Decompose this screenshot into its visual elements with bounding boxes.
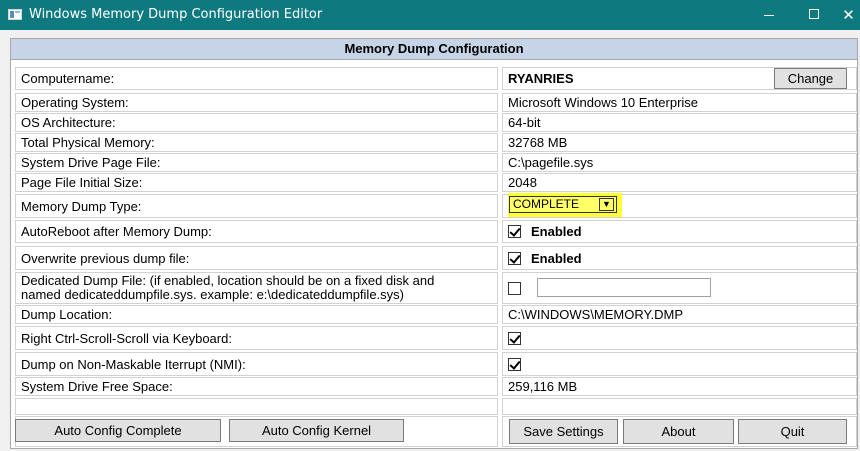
- free-space-label: System Drive Free Space:: [15, 377, 498, 396]
- free-space-value: 259,116 MB: [502, 377, 857, 396]
- quit-button[interactable]: Quit: [738, 419, 847, 444]
- pagefile-value: C:\pagefile.sys: [502, 153, 857, 172]
- pagefile-size-value: 2048: [502, 173, 857, 192]
- close-icon: ✕: [842, 6, 855, 24]
- pagefile-label: System Drive Page File:: [15, 153, 498, 172]
- dedicated-dump-checkbox[interactable]: [508, 281, 521, 295]
- dump-type-value: COMPLETE: [513, 197, 580, 211]
- dump-type-select[interactable]: COMPLETE ▼: [509, 196, 617, 213]
- ctrl-scroll-cell: [502, 326, 857, 350]
- close-button[interactable]: ✕: [837, 0, 860, 30]
- overwrite-checkbox[interactable]: [508, 251, 521, 265]
- os-arch-value: 64-bit: [502, 113, 857, 132]
- os-label: Operating System:: [15, 93, 498, 112]
- window-title: Windows Memory Dump Configuration Editor: [29, 7, 323, 22]
- empty-row-left: [15, 398, 498, 415]
- computername-value: RYANRIES: [508, 71, 574, 86]
- autoreboot-cell: Enabled: [502, 220, 857, 243]
- section-header: Memory Dump Configuration: [11, 39, 857, 60]
- change-button[interactable]: Change: [774, 68, 847, 89]
- dump-location-value: C:\WINDOWS\MEMORY.DMP: [502, 305, 857, 324]
- os-value: Microsoft Windows 10 Enterprise: [502, 93, 857, 112]
- nmi-checkbox[interactable]: [508, 357, 521, 371]
- overwrite-status: Enabled: [531, 250, 582, 266]
- config-panel: Memory Dump Configuration Computername: …: [10, 38, 858, 449]
- nmi-cell: [502, 352, 857, 376]
- client-area: Memory Dump Configuration Computername: …: [0, 30, 860, 451]
- dedicated-dump-input[interactable]: [537, 278, 711, 297]
- auto-config-complete-button[interactable]: Auto Config Complete: [15, 419, 221, 442]
- app-icon: [8, 9, 22, 20]
- maximize-button[interactable]: [791, 0, 837, 30]
- overwrite-cell: Enabled: [502, 246, 857, 270]
- empty-row-right: [502, 398, 857, 415]
- dump-type-label: Memory Dump Type:: [15, 194, 498, 218]
- memory-value: 32768 MB: [502, 133, 857, 152]
- autoreboot-checkbox[interactable]: [508, 225, 521, 238]
- computername-label: Computername:: [15, 67, 498, 90]
- autoreboot-label: AutoReboot after Memory Dump:: [15, 220, 498, 243]
- os-arch-label: OS Architecture:: [15, 113, 498, 132]
- about-button[interactable]: About: [623, 419, 734, 444]
- save-settings-button[interactable]: Save Settings: [509, 419, 618, 444]
- autoreboot-status: Enabled: [531, 224, 582, 239]
- pagefile-size-label: Page File Initial Size:: [15, 173, 498, 192]
- overwrite-label: Overwrite previous dump file:: [15, 246, 498, 270]
- minimize-button[interactable]: [745, 0, 791, 30]
- memory-label: Total Physical Memory:: [15, 133, 498, 152]
- dedicated-dump-label: Dedicated Dump File: (if enabled, locati…: [15, 272, 498, 304]
- ctrl-scroll-checkbox[interactable]: [508, 331, 521, 345]
- dump-location-label: Dump Location:: [15, 305, 498, 324]
- title-bar: Windows Memory Dump Configuration Editor…: [0, 0, 860, 30]
- minimize-icon: [764, 15, 774, 16]
- chevron-down-icon: ▼: [599, 198, 614, 211]
- auto-config-kernel-button[interactable]: Auto Config Kernel: [229, 419, 404, 442]
- ctrl-scroll-label: Right Ctrl-Scroll-Scroll via Keyboard:: [15, 326, 498, 350]
- nmi-label: Dump on Non-Maskable Iterrupt (NMI):: [15, 352, 498, 376]
- maximize-icon: [809, 9, 819, 19]
